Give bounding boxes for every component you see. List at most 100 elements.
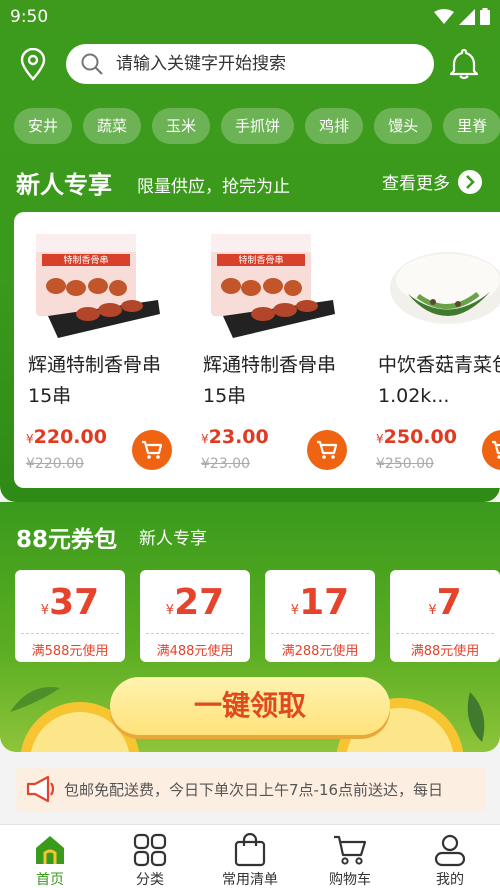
coupon-amount: 27 [174, 582, 225, 623]
category-chip[interactable]: 蔬菜 [83, 108, 142, 144]
tab-label: 分类 [136, 872, 164, 888]
product-original-price: ¥220.00 [26, 456, 84, 472]
coupon-condition: 满588元使用 [31, 644, 109, 659]
notice-bar[interactable]: 包邮免配送费，今日下单次日上午7点-16点前送达，每日 [16, 767, 486, 811]
status-time: 9:50 [10, 7, 49, 27]
category-chip[interactable]: 玉米 [152, 108, 211, 144]
coupon-condition: 满488元使用 [156, 644, 234, 659]
product-price: ¥23.00 [201, 426, 269, 448]
product-card[interactable]: 特制香骨串 辉通特制香骨串15串 ¥220.00 ¥220.00 [14, 212, 189, 488]
currency-symbol: ¥ [376, 432, 384, 446]
coupon-card[interactable]: ¥17 满288元使用 [265, 570, 375, 662]
search-icon [81, 53, 103, 75]
tab-profile[interactable]: 我的 [400, 825, 500, 888]
product-name: 辉通特制香骨串15串 [28, 354, 162, 407]
coupon-amount: 17 [299, 582, 350, 623]
cart-icon [317, 440, 338, 459]
currency-symbol: ¥ [290, 603, 300, 618]
coupon-value: ¥37 [15, 582, 125, 623]
coupon-amount: 37 [49, 582, 100, 623]
coupon-value: ¥27 [140, 582, 250, 623]
status-bar: 9:50 [0, 0, 500, 34]
currency-symbol: ¥ [165, 603, 175, 618]
bottom-tab-bar: 首页 分类 常用清单 购物车 我的 [0, 824, 500, 888]
category-chip[interactable]: 鸡排 [305, 108, 364, 144]
search-bar[interactable] [66, 44, 434, 84]
notification-bell-icon[interactable] [448, 47, 480, 81]
coupon-divider [146, 633, 244, 634]
coupon-value: ¥17 [265, 582, 375, 623]
new-user-section-header: 新人专享 限量供应，抢完为止 查看更多 [16, 162, 486, 202]
bag-icon [234, 833, 266, 867]
product-name: 中饮香菇青菜包1.02k... [378, 354, 500, 407]
category-chip[interactable]: 里脊 [443, 108, 500, 144]
view-more-label: 查看更多 [382, 174, 450, 194]
search-input[interactable] [116, 44, 416, 84]
tab-cart[interactable]: 购物车 [300, 825, 400, 888]
category-chip[interactable]: 手抓饼 [221, 108, 295, 144]
add-to-cart-button[interactable] [307, 430, 347, 470]
currency-symbol: ¥ [428, 603, 437, 618]
home-icon [36, 836, 64, 864]
tab-category[interactable]: 分类 [100, 825, 200, 888]
coupon-title: 88元券包 [16, 527, 118, 553]
category-chip[interactable]: 安井 [14, 108, 73, 144]
skewer-pack-image: 特制香骨串 [211, 234, 335, 338]
tab-label: 常用清单 [222, 872, 278, 888]
view-more-link[interactable]: 查看更多 [382, 169, 482, 194]
add-to-cart-button[interactable] [482, 430, 500, 470]
cart-icon [334, 835, 367, 865]
cart-icon [142, 440, 163, 459]
coupon-subtitle: 新人专享 [139, 529, 207, 549]
chevron-right-icon [458, 169, 482, 194]
category-chips: 安井 蔬菜 玉米 手抓饼 鸡排 馒头 里脊 [14, 108, 500, 144]
price-value: 250.00 [383, 426, 457, 448]
coupon-card[interactable]: ¥27 满488元使用 [140, 570, 250, 662]
section-title: 新人专享 [16, 171, 112, 199]
bun-image [390, 252, 500, 324]
wifi-icon [434, 8, 454, 24]
category-chip[interactable]: 馒头 [374, 108, 433, 144]
signal-icon [459, 8, 475, 25]
coupon-card[interactable]: ¥7 满88元使用 [390, 570, 500, 662]
currency-symbol: ¥ [40, 603, 50, 618]
product-original-price: ¥23.00 [201, 456, 250, 472]
currency-symbol: ¥ [201, 432, 209, 446]
coupon-amount: 7 [436, 582, 462, 623]
coupon-divider [21, 633, 119, 634]
product-name: 辉通特制香骨串15串 [203, 354, 337, 407]
status-icons [434, 8, 490, 25]
location-pin-icon[interactable] [18, 48, 48, 82]
product-card[interactable]: 中饮香菇青菜包1.02k... ¥250.00 ¥250.00 [364, 212, 500, 488]
tab-frequent-list[interactable]: 常用清单 [200, 825, 300, 888]
product-carousel[interactable]: 特制香骨串 辉通特制香骨串15串 ¥220.00 ¥220.00 特制香骨串 辉… [14, 212, 500, 488]
product-price: ¥250.00 [376, 426, 457, 448]
skewer-pack-image: 特制香骨串 [36, 234, 160, 338]
price-value: 220.00 [33, 426, 107, 448]
category-icon [133, 833, 167, 867]
tab-home[interactable]: 首页 [0, 825, 100, 888]
price-value: 23.00 [208, 426, 269, 448]
coupon-divider [271, 633, 369, 634]
profile-icon [434, 834, 466, 867]
megaphone-icon [26, 775, 55, 803]
svg-text:特制香骨串: 特制香骨串 [238, 254, 283, 266]
battery-icon [480, 8, 490, 25]
coupon-condition: 满88元使用 [410, 644, 480, 659]
svg-text:特制香骨串: 特制香骨串 [63, 254, 108, 266]
coupon-divider [396, 633, 494, 634]
product-original-price: ¥250.00 [376, 456, 434, 472]
cart-icon [492, 440, 500, 459]
notice-text: 包邮免配送费，今日下单次日上午7点-16点前送达，每日 [64, 781, 444, 799]
product-price: ¥220.00 [26, 426, 107, 448]
section-subtitle: 限量供应，抢完为止 [137, 177, 290, 197]
tab-label: 我的 [436, 872, 464, 888]
coupon-header: 88元券包 新人专享 [16, 520, 207, 554]
tab-label: 首页 [36, 872, 64, 888]
product-card[interactable]: 特制香骨串 辉通特制香骨串15串 ¥23.00 ¥23.00 [189, 212, 364, 488]
coupon-value: ¥7 [390, 582, 500, 623]
currency-symbol: ¥ [26, 432, 34, 446]
add-to-cart-button[interactable] [132, 430, 172, 470]
coupon-card[interactable]: ¥37 满588元使用 [15, 570, 125, 662]
claim-all-button[interactable]: 一键领取 [110, 677, 390, 735]
